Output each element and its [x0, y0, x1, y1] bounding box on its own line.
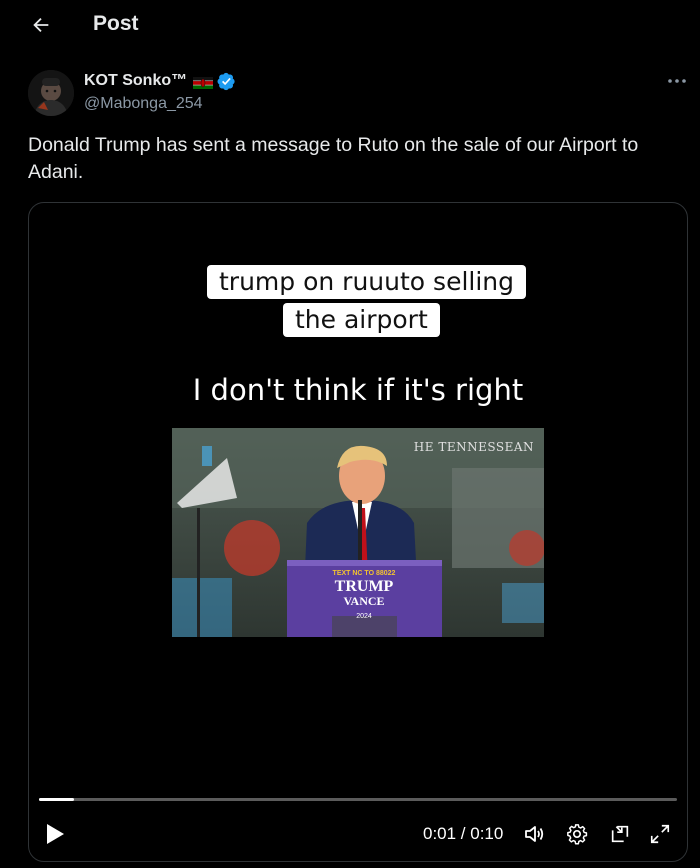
video-caption-line1: trump on ruuuto selling	[207, 265, 526, 299]
avatar[interactable]	[28, 70, 74, 116]
author-name[interactable]: KOT Sonko™	[84, 71, 236, 91]
video-frame: TEXT NC TO 88022 TRUMP VANCE 2024 HE TEN…	[172, 428, 544, 637]
video-progress-fill	[39, 798, 75, 801]
video-time: 0:01 / 0:10	[423, 824, 504, 843]
picture-in-picture-button[interactable]	[607, 821, 633, 847]
video-player[interactable]: trump on ruuuto selling the airport I do…	[28, 202, 688, 862]
volume-icon	[525, 826, 544, 842]
kenya-flag-icon	[193, 75, 214, 89]
video-caption-line2: the airport	[283, 303, 440, 337]
gear-icon	[567, 824, 588, 845]
settings-button[interactable]	[564, 821, 590, 847]
arrow-left-icon	[33, 17, 49, 33]
more-options-button[interactable]	[662, 70, 692, 92]
video-subtitle: I don't think if it's right	[192, 373, 524, 407]
picture-in-picture-icon	[611, 825, 629, 843]
more-horizontal-icon	[668, 79, 686, 83]
tweet-text: Donald Trump has sent a message to Ruto …	[28, 134, 639, 183]
page-title: Post	[93, 12, 139, 35]
top-bar: Post	[0, 0, 700, 50]
video-progress-bar[interactable]	[39, 798, 677, 801]
author-display-name: KOT Sonko™	[84, 72, 188, 89]
play-button[interactable]	[43, 821, 67, 847]
podium-trump-text: TRUMP	[335, 578, 394, 595]
verified-badge-icon	[217, 72, 236, 91]
video-watermark: HE TENNESSEAN	[413, 440, 534, 454]
fullscreen-icon	[650, 824, 670, 844]
back-button[interactable]	[26, 10, 56, 40]
podium-text-line: TEXT NC TO 88022	[333, 570, 396, 577]
author-handle[interactable]: @Mabonga_254	[84, 94, 203, 114]
podium-vance-text: VANCE	[343, 594, 384, 608]
volume-button[interactable]	[521, 821, 547, 847]
play-icon	[47, 824, 64, 844]
fullscreen-button[interactable]	[647, 821, 673, 847]
podium-year-text: 2024	[356, 613, 372, 620]
